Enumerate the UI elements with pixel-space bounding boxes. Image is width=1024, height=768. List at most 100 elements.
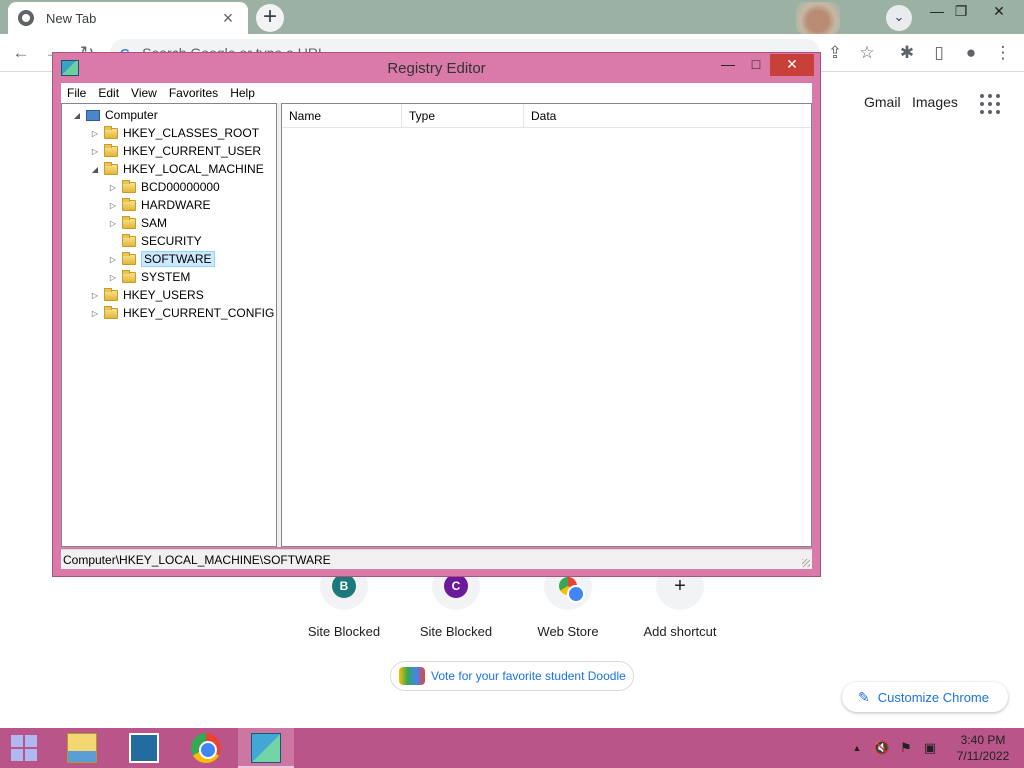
- tab-title: New Tab: [46, 10, 97, 26]
- tree-node-hklm[interactable]: ◢ HKEY_LOCAL_MACHINE: [90, 160, 264, 178]
- values-list[interactable]: Name Type Data: [281, 103, 812, 547]
- column-header-type[interactable]: Type: [402, 104, 524, 128]
- tray-chevron-icon[interactable]: ▲: [850, 728, 864, 768]
- volume-muted-icon[interactable]: 🔇: [872, 728, 892, 768]
- taskbar-file-explorer[interactable]: [54, 728, 110, 768]
- tree-node-label: SYSTEM: [141, 270, 191, 284]
- profile-icon[interactable]: ●: [960, 42, 982, 64]
- chrome-favicon-icon: [18, 10, 34, 26]
- tab-new-tab[interactable]: New Tab ×: [8, 2, 248, 34]
- folder-icon: [122, 197, 136, 211]
- customize-chrome-button[interactable]: ✎ Customize Chrome: [842, 682, 1008, 712]
- window-title: Registry Editor: [387, 60, 486, 77]
- folder-icon: [104, 287, 118, 301]
- menu-view[interactable]: View: [125, 86, 163, 100]
- bookmark-star-icon[interactable]: ☆: [856, 42, 878, 64]
- tree-node-hku[interactable]: ▷ HKEY_USERS: [90, 286, 204, 304]
- tab-strip: New Tab × + ⌄ — ❐ ✕: [0, 0, 1024, 34]
- doodle-vote-chip[interactable]: Vote for your favorite student Doodle: [390, 661, 634, 691]
- tree-node-hkcc[interactable]: ▷ HKEY_CURRENT_CONFIG: [90, 304, 274, 322]
- window-restore-button[interactable]: ❐: [946, 2, 976, 22]
- google-apps-icon[interactable]: [980, 94, 1000, 114]
- folder-icon: [104, 125, 118, 139]
- chrome-menu-icon[interactable]: ⋮: [992, 42, 1014, 64]
- registry-editor-body: ◢ Computer ▷ HKEY_CLASSES_ROOT ▷ HKEY_CU…: [61, 103, 812, 547]
- tab-close-icon[interactable]: ×: [218, 9, 238, 27]
- taskbar-registry-editor[interactable]: [238, 728, 294, 768]
- profile-photo: [796, 2, 840, 34]
- taskbar: ▲ 🔇 ⚑ ▣ 3:40 PM 7/11/2022: [0, 728, 1024, 768]
- tree-node-hkcr[interactable]: ▷ HKEY_CLASSES_ROOT: [90, 124, 259, 142]
- tree-node-label: HKEY_LOCAL_MACHINE: [123, 162, 264, 176]
- tree-node-security[interactable]: SECURITY: [108, 232, 202, 250]
- tree-node-hardware[interactable]: ▷ HARDWARE: [108, 196, 211, 214]
- taskbar-chrome[interactable]: [178, 728, 234, 768]
- expand-arrow-icon[interactable]: ▷: [90, 147, 100, 156]
- tree-node-computer[interactable]: ◢ Computer: [72, 106, 158, 124]
- tab-search-button[interactable]: ⌄: [886, 5, 912, 31]
- expand-arrow-icon[interactable]: ▷: [108, 273, 118, 282]
- window-close-button[interactable]: ✕: [984, 2, 1014, 22]
- taskbar-photos[interactable]: [116, 728, 172, 768]
- registry-tree[interactable]: ◢ Computer ▷ HKEY_CLASSES_ROOT ▷ HKEY_CU…: [61, 103, 277, 547]
- expand-arrow-icon[interactable]: ▷: [90, 129, 100, 138]
- tree-node-label: SAM: [141, 216, 168, 230]
- collapse-arrow-icon[interactable]: ◢: [72, 111, 82, 120]
- column-header-name[interactable]: Name: [282, 104, 402, 128]
- back-icon[interactable]: ←: [10, 42, 32, 64]
- extensions-icon[interactable]: ✱: [896, 42, 918, 64]
- folder-icon: [122, 251, 136, 265]
- menu-edit[interactable]: Edit: [92, 86, 125, 100]
- folder-icon: [122, 179, 136, 193]
- menu-help[interactable]: Help: [224, 86, 261, 100]
- tree-node-label: HKEY_CURRENT_CONFIG: [123, 306, 275, 320]
- images-link[interactable]: Images: [912, 94, 958, 110]
- expand-arrow-icon[interactable]: ▷: [108, 219, 118, 228]
- network-icon[interactable]: ▣: [920, 728, 940, 768]
- tree-node-system[interactable]: ▷ SYSTEM: [108, 268, 190, 286]
- expand-arrow-icon[interactable]: ▷: [108, 201, 118, 210]
- doodle-vote-label: Vote for your favorite student Doodle: [431, 669, 626, 683]
- menu-file[interactable]: File: [61, 86, 92, 100]
- site-blocked-c-icon: C: [444, 574, 468, 598]
- new-tab-button[interactable]: +: [256, 4, 284, 32]
- expand-arrow-icon[interactable]: ▷: [108, 255, 118, 264]
- close-button[interactable]: ✕: [770, 54, 814, 76]
- folder-icon: [122, 269, 136, 283]
- plus-icon: +: [674, 575, 686, 597]
- maximize-button[interactable]: □: [745, 54, 767, 76]
- tree-node-label: HARDWARE: [141, 198, 211, 212]
- tree-node-software[interactable]: ▷ SOFTWARE: [108, 250, 215, 268]
- site-blocked-b-icon: B: [332, 574, 356, 598]
- registry-editor-window: Registry Editor — □ ✕ File Edit View Fav…: [52, 52, 821, 577]
- menu-favorites[interactable]: Favorites: [163, 86, 224, 100]
- registry-editor-titlebar[interactable]: Registry Editor — □ ✕: [53, 53, 820, 83]
- doodle-icon: [399, 667, 425, 685]
- clock-date: 7/11/2022: [956, 749, 1010, 763]
- expand-arrow-icon[interactable]: ▷: [90, 291, 100, 300]
- gmail-link[interactable]: Gmail: [864, 94, 901, 110]
- folder-icon: [104, 143, 118, 157]
- folder-icon: [122, 233, 136, 247]
- tree-node-label: HKEY_CURRENT_USER: [123, 144, 262, 158]
- share-icon[interactable]: ⇪: [824, 42, 846, 64]
- side-panel-icon[interactable]: ▯: [928, 42, 950, 64]
- tree-node-hkcu[interactable]: ▷ HKEY_CURRENT_USER: [90, 142, 261, 160]
- column-header-data[interactable]: Data: [524, 104, 811, 128]
- tree-node-label: HKEY_CLASSES_ROOT: [123, 126, 260, 140]
- tree-node-bcd[interactable]: ▷ BCD00000000: [108, 178, 220, 196]
- web-store-icon: [559, 577, 585, 603]
- tree-node-label: HKEY_USERS: [123, 288, 204, 302]
- clock[interactable]: 3:40 PM 7/11/2022: [948, 732, 1018, 764]
- menu-bar: File Edit View Favorites Help: [61, 83, 812, 103]
- column-headers: Name Type Data: [282, 104, 811, 128]
- resize-grip-icon[interactable]: [802, 559, 810, 567]
- minimize-button[interactable]: —: [717, 54, 739, 76]
- action-center-flag-icon[interactable]: ⚑: [896, 728, 916, 768]
- collapse-arrow-icon[interactable]: ◢: [90, 165, 100, 174]
- windows-logo-icon: [11, 735, 23, 747]
- expand-arrow-icon[interactable]: ▷: [90, 309, 100, 318]
- tree-node-sam[interactable]: ▷ SAM: [108, 214, 167, 232]
- expand-arrow-icon[interactable]: ▷: [108, 183, 118, 192]
- start-button[interactable]: [0, 728, 48, 768]
